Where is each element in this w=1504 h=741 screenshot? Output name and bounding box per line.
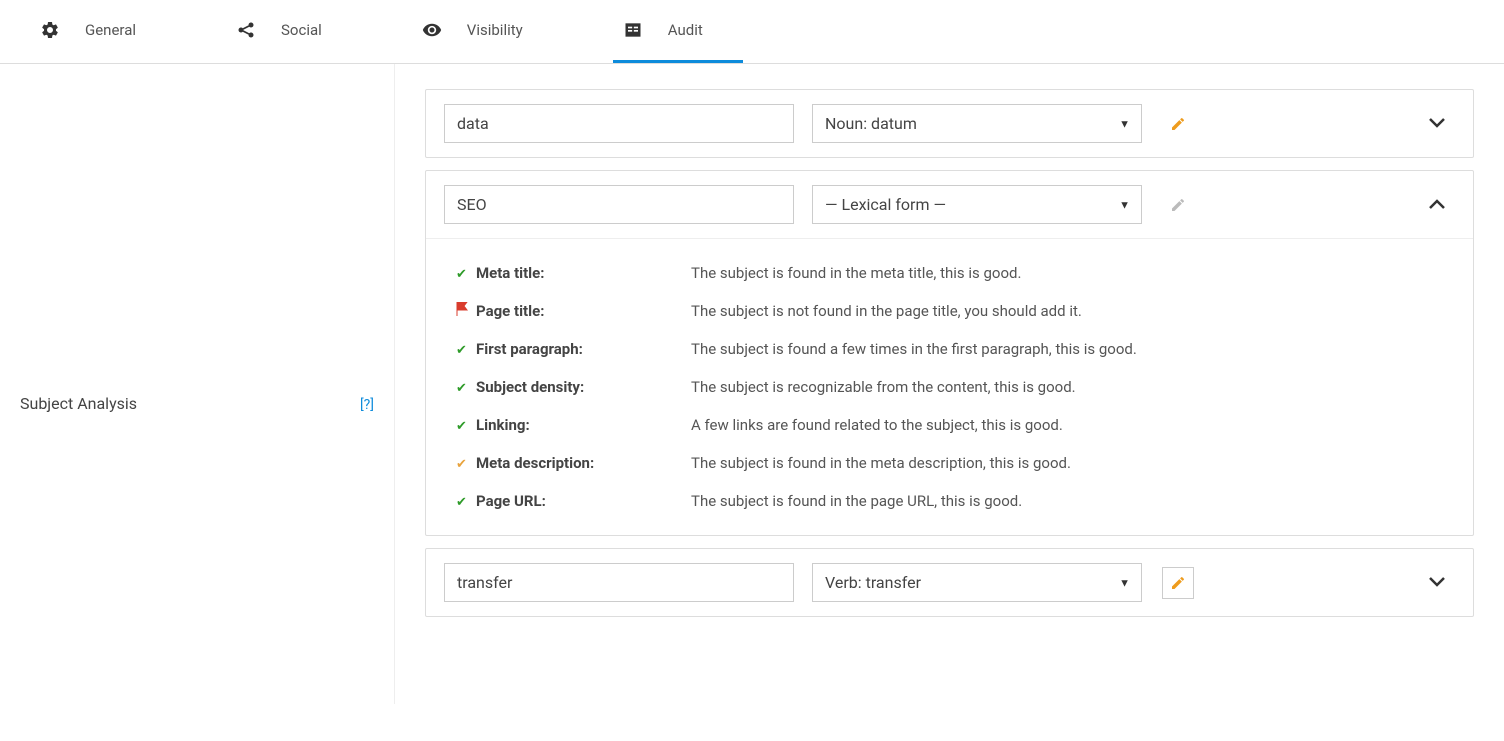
subject-panel: Noun: datum ▼ [425, 89, 1474, 158]
check-row: ✔ Subject density: The subject is recogn… [456, 378, 1443, 396]
panel-body: ✔ Meta title: The subject is found in th… [426, 238, 1473, 535]
content-area: Subject Analysis [?] Noun: datum ▼ [0, 64, 1504, 704]
share-icon [236, 20, 256, 40]
edit-button[interactable] [1162, 108, 1194, 140]
eye-icon [422, 20, 442, 40]
lexical-select-wrap: Noun: datum ▼ [812, 104, 1142, 143]
panel-header: Verb: transfer ▼ [426, 549, 1473, 616]
check-text: The subject is found in the meta descrip… [691, 454, 1443, 472]
check-warn-icon: ✔ [456, 457, 476, 472]
tab-visibility[interactable]: Visibility [412, 0, 563, 63]
keyword-input[interactable] [444, 104, 794, 143]
tab-label: Audit [668, 21, 703, 39]
check-label: Meta title: [476, 264, 691, 282]
pencil-icon [1170, 116, 1186, 132]
tab-label: Social [281, 21, 322, 39]
check-label: First paragraph: [476, 340, 691, 358]
lexical-select[interactable]: Noun: datum [812, 104, 1142, 143]
subject-panel: — Lexical form — ▼ ✔ Meta title: The sub… [425, 170, 1474, 536]
check-ok-icon: ✔ [456, 267, 476, 282]
keyword-input[interactable] [444, 563, 794, 602]
check-ok-icon: ✔ [456, 381, 476, 396]
check-label: Linking: [476, 416, 691, 434]
check-ok-icon: ✔ [456, 419, 476, 434]
check-text: The subject is found in the meta title, … [691, 264, 1443, 282]
check-label: Meta description: [476, 454, 691, 472]
check-row: ✔ Page URL: The subject is found in the … [456, 492, 1443, 510]
check-text: The subject is found in the page URL, th… [691, 492, 1443, 510]
help-link[interactable]: [?] [360, 397, 374, 413]
subject-panel: Verb: transfer ▼ [425, 548, 1474, 617]
tab-general[interactable]: General [30, 0, 176, 63]
flag-icon [456, 302, 476, 320]
chevron-up-icon[interactable] [1419, 192, 1455, 218]
chevron-down-icon[interactable] [1419, 111, 1455, 137]
keyword-input[interactable] [444, 185, 794, 224]
check-row: ✔ Meta title: The subject is found in th… [456, 264, 1443, 282]
panel-header: — Lexical form — ▼ [426, 171, 1473, 238]
check-label: Subject density: [476, 378, 691, 396]
edit-button[interactable] [1162, 567, 1194, 599]
pencil-icon [1170, 197, 1186, 213]
check-text: The subject is not found in the page tit… [691, 302, 1443, 320]
main-panel-area: Noun: datum ▼ — Lexical form — [395, 64, 1504, 704]
audit-icon [623, 20, 643, 40]
check-row: Page title: The subject is not found in … [456, 302, 1443, 320]
lexical-select[interactable]: Verb: transfer [812, 563, 1142, 602]
chevron-down-icon[interactable] [1419, 570, 1455, 596]
check-row: ✔ Linking: A few links are found related… [456, 416, 1443, 434]
check-text: The subject is recognizable from the con… [691, 378, 1443, 396]
section-title: Subject Analysis [20, 394, 137, 413]
sidebar: Subject Analysis [?] [0, 64, 395, 704]
tab-social[interactable]: Social [226, 0, 362, 63]
lexical-select-wrap: — Lexical form — ▼ [812, 185, 1142, 224]
tabs: General Social Visibility Audit [0, 0, 1504, 64]
check-row: ✔ Meta description: The subject is found… [456, 454, 1443, 472]
lexical-select[interactable]: — Lexical form — [812, 185, 1142, 224]
check-label: Page URL: [476, 492, 691, 510]
tab-audit[interactable]: Audit [613, 0, 743, 63]
tab-label: General [85, 21, 136, 39]
check-row: ✔ First paragraph: The subject is found … [456, 340, 1443, 358]
check-ok-icon: ✔ [456, 343, 476, 358]
check-text: A few links are found related to the sub… [691, 416, 1443, 434]
panel-header: Noun: datum ▼ [426, 90, 1473, 157]
check-text: The subject is found a few times in the … [691, 340, 1443, 358]
pencil-icon [1170, 575, 1186, 591]
gear-icon [40, 20, 60, 40]
check-label: Page title: [476, 302, 691, 320]
check-ok-icon: ✔ [456, 495, 476, 510]
edit-button[interactable] [1162, 189, 1194, 221]
lexical-select-wrap: Verb: transfer ▼ [812, 563, 1142, 602]
tab-label: Visibility [467, 21, 523, 39]
